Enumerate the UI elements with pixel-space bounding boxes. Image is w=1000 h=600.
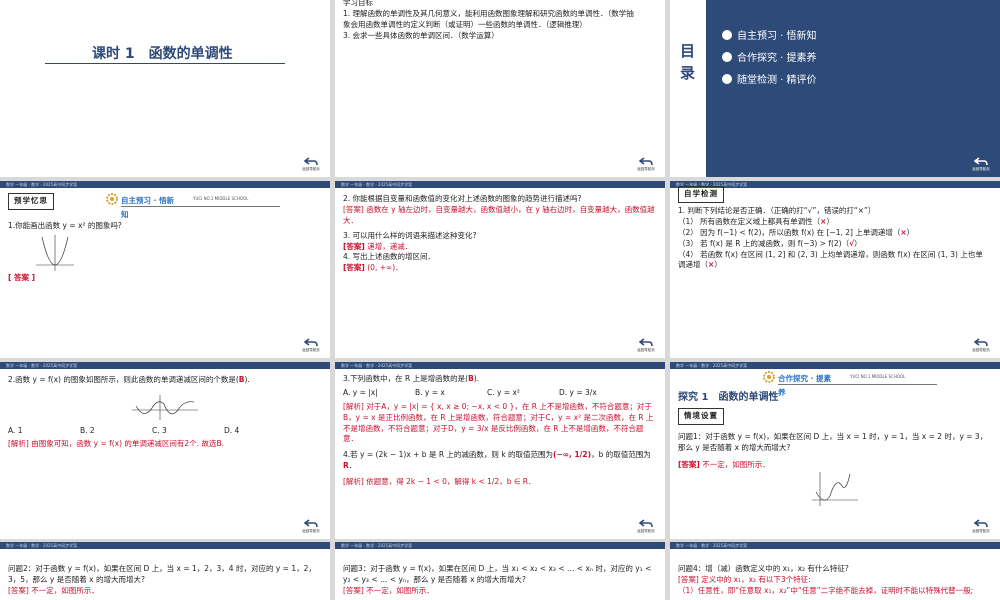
answer-3: [答案] 递增，递减． [343,241,413,251]
objective-line: 象会用函数单调性的定义判断（或证明）一些函数的单调性．（逻辑推理） [343,19,587,29]
slide-6[interactable]: 数学 一年级 · 数学 · 2025高中同步学案 自学检测 1. 判断下列结论是… [670,181,1000,358]
slide-4[interactable]: 数学 一年级 · 数学 · 2025高中同步学案 自主预习 · 悟新 YUCI … [0,181,330,358]
answer-3: [答案] 不一定，如图所示． [343,585,434,595]
function-graph [812,472,858,506]
back-arrow-icon [974,519,988,527]
judge-item: （3） 若 f(x) 是 R 上的减函数，则 f(−3) > f(2)（√） [678,238,862,248]
toc-item[interactable]: 随堂检测 · 精评价 [722,74,817,89]
back-arrow-icon [304,519,318,527]
parabola-graph [36,235,74,271]
slide-3[interactable]: 目录 自主预习 · 悟新知 合作探究 · 提素养 随堂检测 · 精评价 返回导航… [670,0,1000,177]
judge-question: 1. 判断下列结论是否正确．（正确的打“√”，错误的打“×”） [678,206,876,215]
analysis: [解析] 由图象可知，函数 y = f(x) 的单调递减区间有2个. 故选B. [8,439,224,448]
back-arrow-icon [304,157,318,165]
slide-1[interactable]: 课时 1 函数的单调性 返回导航页 [0,0,330,177]
answer-2: [答案] 不一定，如图所示． [8,585,99,595]
slide-topbar: 数学 一年级 · 数学 · 2025高中同步学案 [0,362,330,369]
objective-line: 1. 理解函数的单调性及其几何意义，能利用函数图象理解和研究函数的单调性．（数学… [343,8,634,18]
judge-item: （1） 所有函数在定义域上都具有单调性（×） [678,216,834,226]
back-button[interactable]: 返回导航页 [298,338,324,353]
back-arrow-icon [974,157,988,165]
analysis: [解析] 对于A，y = |x| = { x, x ≥ 0; −x, x < 0… [343,401,654,444]
slide-8[interactable]: 数学 一年级 · 数学 · 2025高中同步学案 3.下列函数中，在 R 上是增… [335,362,665,539]
answer-2: [答案] 函数在 y 轴左边时，自变量越大，函数值越小，在 y 轴右边时，自变量… [343,204,655,225]
back-button[interactable]: 返回导航页 [968,519,994,534]
back-button[interactable]: 返回导航页 [298,157,324,172]
back-arrow-icon [639,157,653,165]
answer-tag: [ 答案 ] [8,273,36,282]
explore-title: 探究 1 函数的单调性 [678,392,779,403]
self-test-label: 自学检测 [678,186,724,203]
slide-10[interactable]: 数学 一年级 · 数学 · 2025高中同步学案 问题2：对于函数 y = f(… [0,542,330,600]
back-button[interactable]: 返回导航页 [968,338,994,353]
back-arrow-icon [639,519,653,527]
section-header: 合作探究 · 提素 YUCI NO.1 MIDDLE SCHOOL 养 [762,371,937,400]
toc-item[interactable]: 合作探究 · 提素养 [722,52,817,67]
question-4: 4. 写出上述函数的增区间． [343,252,436,262]
pencil-icon [722,52,732,62]
question-2: 问题2：对于函数 y = f(x)，如果在区间 D 上，当 x = 1，2，3，… [8,564,316,584]
gear-icon [763,371,775,383]
question-4: 问题4：增（减）函数定义中的 x₁，x₂ 有什么特征? [678,564,849,573]
section-header: 自主预习 · 悟新 YUCI NO.1 MIDDLE SCHOOL 知 [105,193,280,222]
scenario-label: 情境设置 [678,408,724,425]
back-button[interactable]: 返回导航页 [298,519,324,534]
analysis-2: [解析] 依题意，得 2k − 1 < 0，解得 k < 1/2，b ∈ R． [343,477,536,486]
slide-5[interactable]: 数学 一年级 · 数学 · 2025高中同步学案 2. 你能根据自变量和函数值的… [335,181,665,358]
back-button[interactable]: 返回导航页 [968,157,994,172]
question-2: 2. 你能根据自变量和函数值的变化对上述函数的图象的趋势进行描述吗? [343,194,582,203]
toc-item[interactable]: 自主预习 · 悟新知 [722,30,817,45]
title-underline [45,63,285,64]
options: A. y = |x| B. y = x C. y = x² D. y = 3/x [343,387,597,397]
toc-heading: 目录 [680,42,696,82]
judge-item: （4） 若函数 f(x) 在区间 (1, 2] 和 (2, 3) 上均单调递增，… [678,249,983,270]
slide-12[interactable]: 数学 一年级 · 数学 · 2025高中同步学案 问题4：增（减）函数定义中的 … [670,542,1000,600]
answer-4: [答案] (0, +∞)． [343,263,403,273]
objective-line: 3. 会求一些具体函数的单调区间．（数学运算） [343,30,499,40]
back-arrow-icon [974,338,988,346]
question-4: 4.若 y = (2k − 1)x + b 是 R 上的减函数，则 k 的取值范… [343,450,651,471]
slide-topbar: 数学 一年级 · 数学 · 2025高中同步学案 [0,542,330,549]
back-button[interactable]: 返回导航页 [633,519,659,534]
pencil-icon [722,74,732,84]
judge-item: （2） 因为 f(−1) < f(2)，所以函数 f(x) 在 [−1, 2] … [678,227,915,237]
slide-9[interactable]: 数学 一年级 · 数学 · 2025高中同步学案 合作探究 · 提素 YUCI … [670,362,1000,539]
question-3: 3.下列函数中，在 R 上是增函数的是(B). [343,374,480,383]
toc-panel [706,0,1000,177]
answer-4: [答案] 定义中的 x₁，x₂ 有以下3个特征: [678,574,811,584]
answer-4-detail: （1）任意性，即“任意取 x₁，x₂”中“任意”二字绝不能去掉，证明时不能以特殊… [678,585,974,595]
preview-label: 预学忆思 [8,193,54,210]
question-2: 2.函数 y = f(x) 的图象如图所示，则此函数的单调递减区间的个数是(B)… [8,375,250,384]
back-arrow-icon [639,338,653,346]
question-3: 问题3：对于函数 y = f(x)，如果在区间 D 上，当 x₁ < x₂ < … [343,564,652,584]
slide-7[interactable]: 数学 一年级 · 数学 · 2025高中同步学案 2.函数 y = f(x) 的… [0,362,330,539]
pencil-icon [722,30,732,40]
slide-11[interactable]: 数学 一年级 · 数学 · 2025高中同步学案 问题3：对于函数 y = f(… [335,542,665,600]
slide-2[interactable]: 学习目标 1. 理解函数的单调性及其几何意义，能利用函数图象理解和研究函数的单调… [335,0,665,177]
slide-topbar: 数学 一年级 · 数学 · 2025高中同步学案 [0,181,330,188]
slide-topbar: 数学 一年级 · 数学 · 2025高中同步学案 [335,542,665,549]
slide-topbar: 数学 一年级 · 数学 · 2025高中同步学案 [335,181,665,188]
options: A. 1 B. 2 C. 3 D. 4 [8,426,240,435]
slide-topbar: 数学 一年级 · 数学 · 2025高中同步学案 [335,362,665,369]
toc-sidebar [670,0,704,177]
back-button[interactable]: 返回导航页 [633,338,659,353]
slide-topbar: 数学 一年级 · 数学 · 2025高中同步学案 [670,542,1000,549]
function-graph [132,395,198,420]
back-button[interactable]: 返回导航页 [633,157,659,172]
back-arrow-icon [304,338,318,346]
objectives-heading: 学习目标 [343,0,373,7]
question-1: 问题1：对于函数 y = f(x)，如果在区间 D 上，当 x = 1 时，y … [678,432,988,452]
question-3: 3. 可以用什么样的词语来描述这种变化? [343,230,477,240]
gear-icon [106,193,118,205]
slide-topbar: 数学 一年级 · 数学 · 2025高中同步学案 [670,362,1000,369]
question-1: 1.你能画出函数 y = x² 的图象吗? [8,221,122,230]
lesson-title: 课时 1 函数的单调性 [92,46,233,62]
